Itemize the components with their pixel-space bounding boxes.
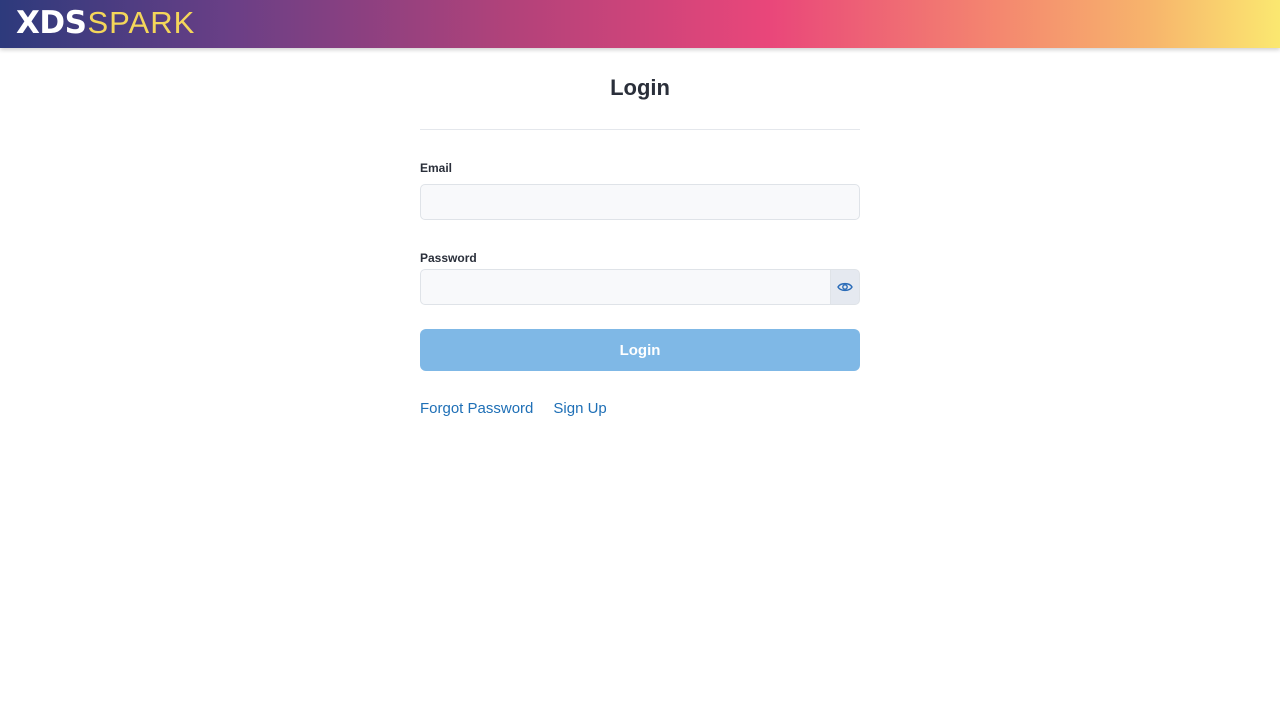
logo-spark-text: SPARK — [87, 5, 196, 40]
password-field[interactable] — [420, 269, 830, 305]
show-password-button[interactable] — [830, 269, 860, 305]
login-button[interactable]: Login — [420, 329, 860, 371]
email-label: Email — [420, 161, 453, 175]
page-title: Login — [610, 75, 670, 100]
xds-spark-logo[interactable]: XDS SPARK — [16, 5, 196, 41]
top-header-bar: XDS SPARK — [0, 0, 1280, 48]
auth-links: Forgot Password Sign Up — [420, 400, 860, 418]
sign-up-link[interactable]: Sign Up — [553, 400, 606, 418]
password-field-group — [420, 269, 860, 305]
eye-icon — [837, 281, 853, 293]
title-divider — [420, 129, 860, 130]
password-label: Password — [420, 251, 477, 265]
email-field[interactable] — [420, 184, 860, 220]
logo-xds-text: XDS — [16, 5, 87, 41]
login-form: Login Email Password Login Forgot Passwo… — [420, 72, 860, 418]
forgot-password-link[interactable]: Forgot Password — [420, 400, 533, 418]
